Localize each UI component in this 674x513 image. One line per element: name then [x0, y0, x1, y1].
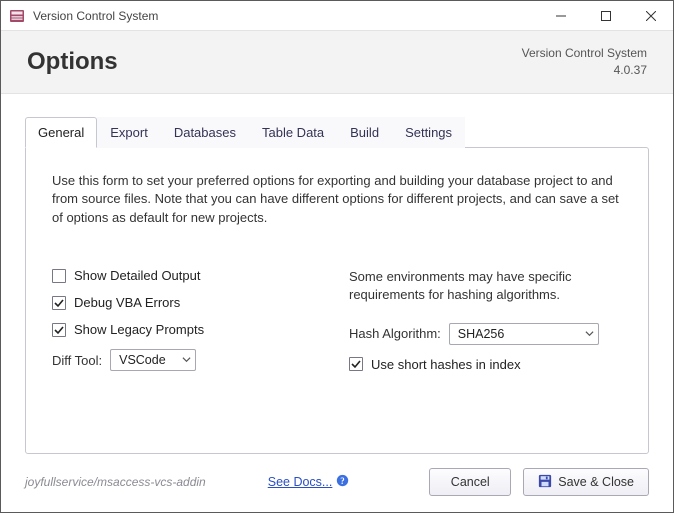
tab-table-data[interactable]: Table Data	[249, 117, 337, 148]
label-show-legacy-prompts: Show Legacy Prompts	[74, 322, 204, 337]
close-button[interactable]	[628, 1, 673, 30]
product-version: 4.0.37	[522, 62, 647, 79]
see-docs-label: See Docs...	[268, 475, 333, 489]
chevron-down-icon	[182, 353, 191, 367]
header: Options Version Control System 4.0.37	[1, 31, 673, 94]
tab-general[interactable]: General	[25, 117, 97, 148]
tabstrip: General Export Databases Table Data Buil…	[25, 116, 649, 147]
repo-path: joyfullservice/msaccess-vcs-addin	[25, 475, 206, 489]
product-name: Version Control System	[522, 45, 647, 62]
cancel-button[interactable]: Cancel	[429, 468, 511, 496]
tab-settings[interactable]: Settings	[392, 117, 465, 148]
checkbox-debug-vba-errors[interactable]	[52, 296, 66, 310]
checkbox-show-detailed-output[interactable]	[52, 269, 66, 283]
see-docs-link[interactable]: See Docs... ?	[268, 474, 350, 490]
body: General Export Databases Table Data Buil…	[1, 94, 673, 454]
options-window: Version Control System Options Version C…	[0, 0, 674, 513]
tab-panel-general: Use this form to set your preferred opti…	[25, 147, 649, 454]
right-column: Some environments may have specific requ…	[349, 268, 622, 383]
checkbox-use-short-hashes[interactable]	[349, 357, 363, 371]
app-icon	[9, 8, 25, 24]
tab-build[interactable]: Build	[337, 117, 392, 148]
tab-databases[interactable]: Databases	[161, 117, 249, 148]
label-show-detailed-output: Show Detailed Output	[74, 268, 200, 283]
label-use-short-hashes: Use short hashes in index	[371, 357, 521, 372]
save-close-button[interactable]: Save & Close	[523, 468, 649, 496]
label-debug-vba-errors: Debug VBA Errors	[74, 295, 180, 310]
combo-diff-tool-value: VSCode	[119, 353, 166, 367]
combo-diff-tool[interactable]: VSCode	[110, 349, 196, 371]
save-icon	[538, 474, 552, 491]
chevron-down-icon	[585, 327, 594, 341]
intro-text: Use this form to set your preferred opti…	[52, 172, 622, 229]
save-close-button-label: Save & Close	[558, 475, 634, 489]
titlebar: Version Control System	[1, 1, 673, 31]
checkbox-show-legacy-prompts[interactable]	[52, 323, 66, 337]
minimize-button[interactable]	[538, 1, 583, 30]
page-title: Options	[27, 48, 522, 76]
maximize-button[interactable]	[583, 1, 628, 30]
left-column: Show Detailed Output Debug VBA Errors Sh…	[52, 268, 325, 383]
label-diff-tool: Diff Tool:	[52, 353, 102, 368]
cancel-button-label: Cancel	[451, 475, 490, 489]
product-meta: Version Control System 4.0.37	[522, 45, 647, 79]
hash-note: Some environments may have specific requ…	[349, 268, 622, 304]
combo-hash-algorithm-value: SHA256	[458, 327, 505, 341]
window-title: Version Control System	[33, 9, 538, 23]
footer: joyfullservice/msaccess-vcs-addin See Do…	[1, 454, 673, 512]
help-icon: ?	[336, 474, 349, 490]
combo-hash-algorithm[interactable]: SHA256	[449, 323, 599, 345]
label-hash-algorithm: Hash Algorithm:	[349, 326, 441, 341]
svg-text:?: ?	[341, 476, 345, 486]
tab-export[interactable]: Export	[97, 117, 161, 148]
